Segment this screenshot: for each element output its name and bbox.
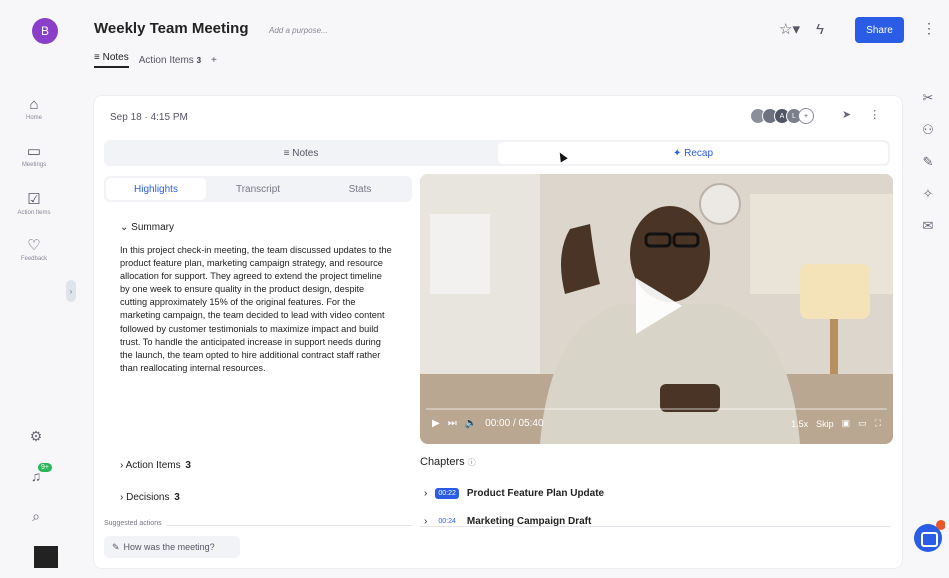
chat-notification-dot [936, 520, 945, 530]
app-window: B ⌂ Home ▭ Meetings ☑ Action Items ♡ Fee… [4, 0, 945, 576]
action-items-toggle[interactable]: › Action Items 3 [120, 460, 191, 471]
left-rail: B ⌂ Home ▭ Meetings ☑ Action Items ♡ Fee… [4, 0, 66, 576]
fullscreen-icon[interactable]: ⛶ [875, 418, 881, 429]
ask-icon: ✎ [112, 541, 120, 552]
sidebar-collapse-handle[interactable]: › [66, 280, 76, 302]
chapter-item[interactable]: › 00:22 Product Feature Plan Update [424, 488, 604, 499]
tab-count: 3 [196, 55, 202, 65]
volume-icon[interactable]: 🔈 [465, 418, 477, 429]
suggested-action-label: How was the meeting? [123, 542, 215, 552]
search-icon[interactable]: ⌕ [26, 508, 46, 525]
purpose-input[interactable]: Add a purpose... [269, 26, 328, 35]
tab-label: Action Items [138, 54, 194, 66]
rail-item-home[interactable]: ⌂ Home [4, 96, 64, 121]
right-rail: ✂ ⚇ ✎ ✧ ✉ [916, 90, 940, 250]
video-controls-left: ▶ ⏭ 🔈 00:00 / 05:40 [432, 418, 544, 429]
more-options-icon[interactable]: ⋮ [922, 20, 936, 37]
rail-item-label: Home [25, 115, 42, 121]
rail-item-meetings[interactable]: ▭ Meetings [4, 142, 64, 168]
tab-transcript[interactable]: Transcript [208, 178, 308, 200]
divider [420, 526, 890, 527]
people-icon[interactable]: ⚇ [916, 122, 940, 138]
section-count: 3 [174, 492, 180, 503]
suggested-action-button[interactable]: ✎ How was the meeting? [104, 536, 240, 558]
lightning-icon[interactable]: ϟ [816, 21, 824, 38]
add-tab-button[interactable]: + [211, 55, 217, 66]
speed-control[interactable]: 1.5x [791, 419, 808, 429]
tab-notes[interactable]: ≡ Notes [94, 52, 129, 68]
view-label: Recap [684, 147, 714, 159]
captions-icon[interactable]: ▣ [842, 418, 851, 429]
view-switch: ≡ Notes ✦ Recap [104, 140, 890, 166]
video-controls-right: 1.5x Skip ▣ ▭ ⛶ [791, 418, 881, 429]
add-participant-icon[interactable]: + [798, 108, 814, 124]
share-button[interactable]: Share [855, 17, 904, 43]
next-icon[interactable]: ⏭ [448, 418, 457, 429]
workspace-logo[interactable]: B [32, 18, 58, 44]
skip-button[interactable]: Skip [816, 419, 834, 429]
home-icon: ⌂ [29, 96, 39, 113]
comment-icon[interactable]: ✉ [916, 218, 940, 234]
magic-icon[interactable]: ✂ [916, 90, 940, 106]
chapter-timestamp: 00:22 [435, 488, 459, 499]
integrations-icon[interactable]: ⚙ [26, 428, 46, 445]
recap-tabs: Highlights Transcript Stats [104, 176, 412, 202]
decisions-toggle[interactable]: › Decisions 3 [120, 492, 180, 503]
header-actions: ☆▾ ϟ [779, 20, 824, 39]
chapters-title: Chapters ⓘ [420, 456, 476, 468]
page-title: Weekly Team Meeting [94, 20, 249, 37]
rail-item-feedback[interactable]: ♡ Feedback [4, 236, 64, 262]
summary-toggle[interactable]: ⌄ Summary [120, 222, 174, 233]
chevron-right-icon: › [424, 488, 428, 499]
card-actions: ➤ ⋮ [842, 108, 880, 121]
tab-highlights[interactable]: Highlights [106, 178, 206, 200]
more-options-icon[interactable]: ⋮ [869, 108, 880, 121]
section-count: 3 [185, 460, 191, 471]
rail-item-label: Feedback [20, 256, 48, 262]
participant-avatars[interactable]: A L + [750, 108, 814, 124]
section-title: Decisions [126, 492, 170, 503]
video-time: 00:00 / 05:40 [485, 418, 544, 429]
edit-icon[interactable]: ✎ [916, 154, 940, 170]
play-small-icon[interactable]: ▶ [432, 418, 440, 429]
info-icon[interactable]: ⓘ [468, 458, 476, 467]
meeting-card: Sep 18 · 4:15 PM A L + ➤ ⋮ ≡ Notes ✦ Rec… [94, 96, 902, 568]
star-icon[interactable]: ☆▾ [779, 20, 800, 38]
checkbox-icon: ☑ [27, 191, 41, 208]
play-icon[interactable] [636, 278, 682, 334]
section-title: Summary [131, 222, 174, 233]
feedback-icon: ♡ [27, 237, 41, 254]
summary-text: In this project check-in meeting, the te… [120, 245, 392, 373]
video-progress[interactable] [426, 408, 887, 410]
tab-stats[interactable]: Stats [310, 178, 410, 200]
send-icon[interactable]: ➤ [842, 108, 851, 121]
video-player[interactable]: ▶ ⏭ 🔈 00:00 / 05:40 1.5x Skip ▣ ▭ ⛶ [420, 174, 893, 444]
meeting-date: Sep 18 · 4:15 PM [110, 112, 188, 123]
pip-icon[interactable]: ▭ [858, 418, 867, 429]
view-label: Notes [292, 147, 319, 159]
suggested-actions-label: Suggested actions [104, 520, 166, 527]
calendar-icon: ▭ [26, 143, 42, 160]
chapter-title: Product Feature Plan Update [466, 488, 605, 499]
page-tabs: ≡ Notes Action Items 3 + [94, 52, 217, 68]
view-notes-button[interactable]: ≡ Notes [106, 142, 496, 164]
chapters-label: Chapters [420, 456, 465, 468]
rail-item-label: Meetings [21, 162, 47, 168]
tab-label: Notes [102, 52, 129, 63]
sparkle-icon[interactable]: ✧ [916, 186, 940, 202]
notification-count-badge: 9+ [38, 463, 52, 472]
section-title: Action Items [125, 460, 181, 471]
tab-action-items[interactable]: Action Items 3 [139, 55, 201, 66]
rail-item-action-items[interactable]: ☑ Action Items [4, 190, 64, 216]
user-avatar[interactable] [34, 546, 58, 568]
rail-item-label: Action Items [17, 210, 51, 216]
